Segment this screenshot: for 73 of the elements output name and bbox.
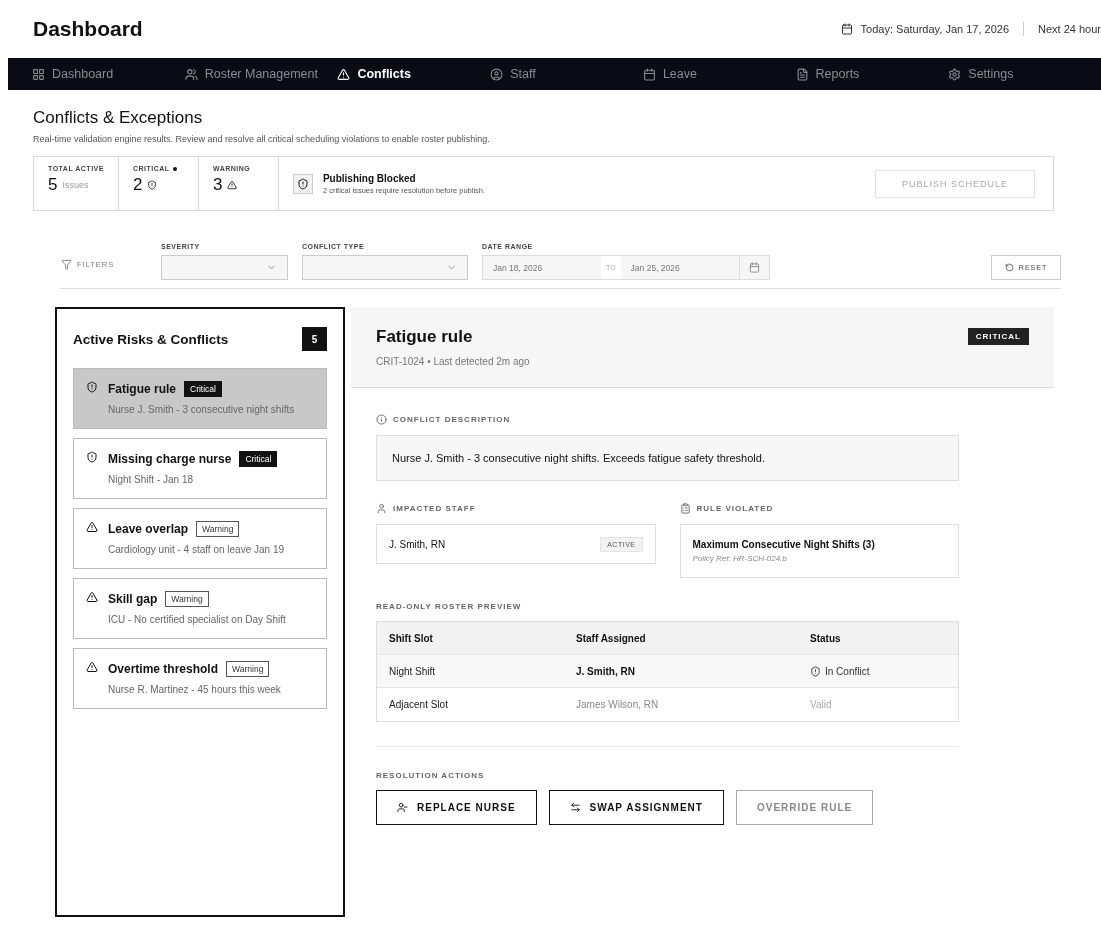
page-title: Dashboard	[33, 17, 143, 41]
risk-item[interactable]: Overtime threshold Warning Nurse R. Martinez - 45 hours this week	[73, 648, 327, 709]
count-badge: 5	[302, 327, 327, 351]
section-label: RULE VIOLATED	[679, 503, 959, 514]
users-icon	[184, 67, 198, 81]
risk-item[interactable]: Leave overlap Warning Cardiology unit - 4 staff on leave Jan 19	[73, 508, 327, 569]
policy-ref: Policy Ref: HR-SCH-024.b	[692, 554, 788, 563]
shield-alert-icon	[292, 173, 313, 194]
shield-alert-icon	[147, 180, 158, 190]
nav-tab[interactable]: Reports	[795, 67, 949, 81]
table-cell-text: Adjacent Slot	[389, 699, 449, 710]
warning-icon	[337, 67, 351, 81]
risk-item[interactable]: Fatigue rule Critical Nurse J. Smith - 3 consecutive night shifts	[73, 368, 327, 429]
shield-alert-icon	[810, 665, 821, 677]
table-cell-text: Night Shift	[389, 665, 437, 677]
column-header: Staff Assigned	[576, 632, 647, 644]
warning-icon	[86, 521, 98, 533]
action-button[interactable]: SWAP ASSIGNMENT	[548, 790, 724, 825]
risk-item[interactable]: Missing charge nurse Critical Night Shift - Jan 18	[73, 438, 327, 499]
nav-tab[interactable]: Staff	[490, 67, 643, 81]
description-text: Nurse J. Smith - 3 consecutive night shifts. Exceeds fatigue safety threshold.	[376, 435, 959, 481]
detail-meta: CRIT-1024 • Last detected 2m ago	[376, 356, 530, 367]
calendar-icon	[642, 67, 656, 81]
action-button[interactable]: REPLACE NURSE	[376, 790, 537, 825]
column-header: Status	[810, 632, 842, 644]
severity-select[interactable]	[161, 255, 288, 280]
time-range: Next 24 hour	[1038, 23, 1101, 35]
user-minus-icon	[397, 802, 408, 813]
table-cell-text: James Wilson, RN	[576, 699, 660, 710]
section-title: Conflicts & Exceptions	[33, 108, 204, 128]
filter-icon	[61, 259, 72, 270]
grid-icon	[32, 67, 45, 81]
stat-value: 5	[48, 175, 58, 195]
panel-title: Active Risks & Conflicts	[73, 331, 229, 347]
blocked-title: Publishing Blocked	[322, 172, 417, 184]
table-cell-text: J. Smith, RN	[576, 665, 636, 677]
detail-title: Fatigue rule	[376, 327, 474, 347]
nav-tab[interactable]: Dashboard	[32, 67, 185, 81]
shield-alert-icon	[86, 381, 98, 393]
warning-icon	[86, 591, 98, 603]
section-subtitle: Real-time validation engine results. Review and resolve all critical scheduling violations to enable roster publishing.	[33, 134, 491, 144]
stat-unit: Issues	[62, 180, 89, 190]
user-circle-icon	[490, 67, 504, 81]
reset-icon	[1004, 263, 1014, 272]
today-date: Today: Saturday, Jan 17, 2026	[860, 23, 1009, 35]
section-label: READ-ONLY ROSTER PREVIEW	[376, 602, 523, 611]
section-label: IMPACTED STAFF	[376, 503, 656, 514]
warning-icon	[227, 180, 238, 190]
user-icon	[376, 503, 387, 514]
shield-alert-icon	[86, 451, 98, 463]
status-cell-text: Valid	[810, 699, 833, 710]
risk-item[interactable]: Skill gap Warning ICU - No certified specialist on Day Shift	[73, 578, 327, 639]
nav-tab[interactable]: Leave	[642, 67, 796, 81]
column-header: Shift Slot	[389, 632, 434, 644]
conflict-type-select[interactable]	[302, 255, 468, 280]
stat-value: 3	[212, 175, 223, 195]
swap-icon	[569, 802, 581, 813]
info-icon	[376, 414, 387, 425]
section-label: RESOLUTION ACTIONS	[376, 771, 486, 780]
stat-value: 2	[132, 175, 143, 195]
nav-tab[interactable]: Roster Management	[184, 67, 338, 81]
document-icon	[795, 67, 809, 81]
nav-tab[interactable]: Settings	[948, 67, 1101, 81]
warning-icon	[86, 661, 98, 673]
calendar-icon	[840, 23, 853, 35]
clipboard-icon	[679, 503, 691, 514]
section-label: CONFLICT DESCRIPTION	[376, 414, 959, 425]
staff-name: J. Smith, RN	[389, 538, 446, 550]
settings-icon	[948, 67, 962, 81]
rule-name: Maximum Consecutive Night Shifts (3)	[692, 539, 876, 550]
nav-tab[interactable]: Conflicts	[337, 67, 491, 81]
severity-tag: CRITICAL	[967, 328, 1029, 345]
status-cell: In Conflict	[810, 665, 958, 677]
